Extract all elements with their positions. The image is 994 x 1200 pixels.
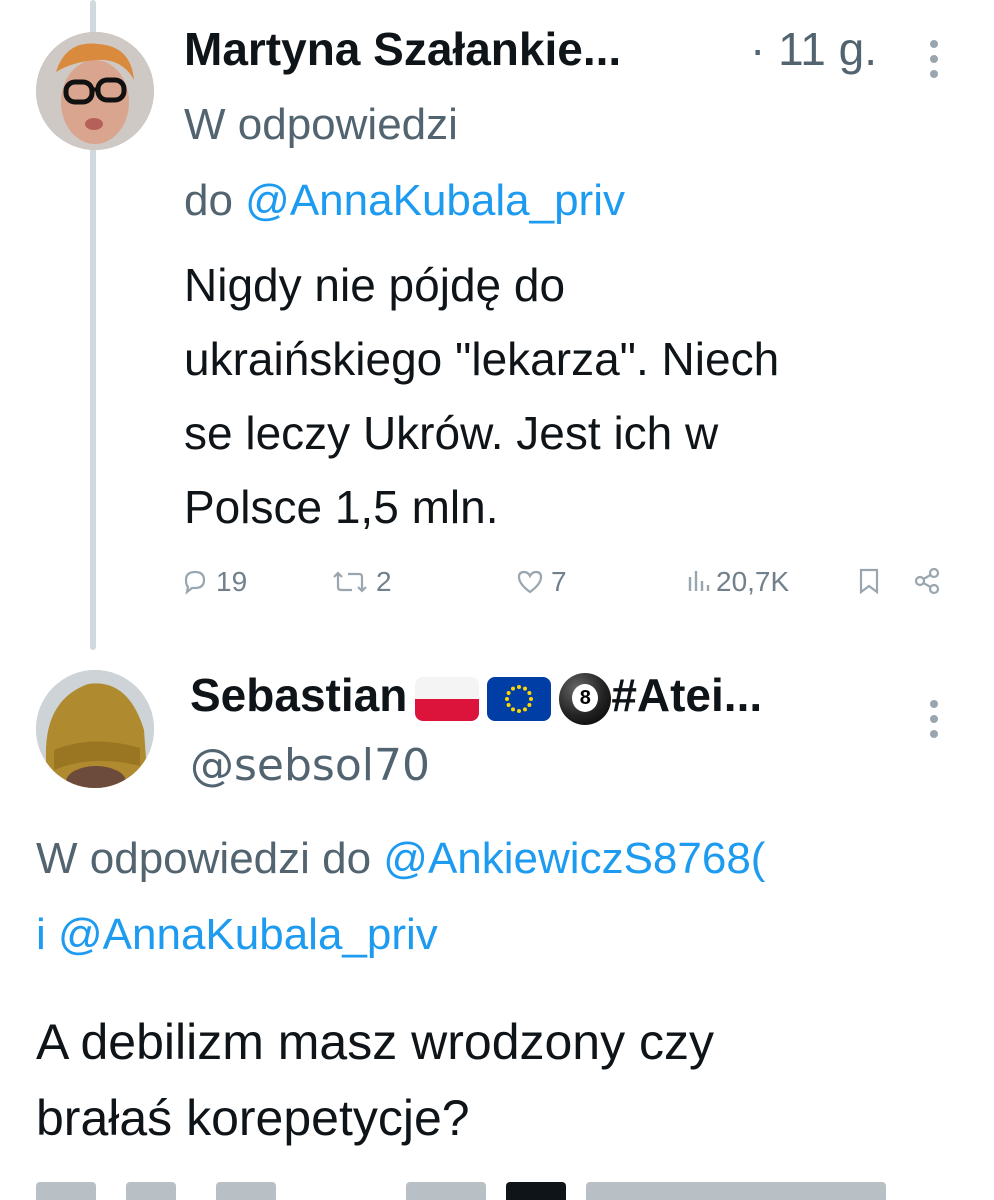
share-icon: [914, 567, 940, 595]
share-button[interactable]: [912, 566, 942, 596]
tweet-text: A debilizm masz wrodzony czy brałaś kore…: [36, 1004, 714, 1156]
flag-eu-icon: [487, 676, 552, 721]
avatar[interactable]: [36, 32, 154, 150]
views-icon: [688, 571, 710, 591]
reply-to: W odpowiedzi do @AnkiewiczS8768(: [36, 834, 765, 884]
bookmark-button[interactable]: [856, 566, 882, 596]
like-button[interactable]: 7: [515, 566, 567, 598]
reply-to-prefix: do: [184, 176, 246, 225]
tweet-text-line: ukraińskiego "lekarza". Niech: [184, 333, 780, 385]
reply-mention[interactable]: @AnkiewiczS8768(: [383, 834, 765, 883]
reply-to-prefix: W odpowiedzi do: [36, 834, 384, 883]
display-name[interactable]: Martyna Szałankie...: [184, 22, 621, 76]
user-handle[interactable]: @sebsol70: [190, 740, 430, 791]
views-button[interactable]: 20,7K: [686, 566, 789, 598]
more-icon[interactable]: [928, 700, 940, 738]
thread-view: Martyna Szałankie... · 11 g. W odpowiedz…: [0, 0, 994, 1200]
ball-number: 8: [572, 683, 599, 712]
repost-button[interactable]: 2: [330, 566, 392, 598]
flag-poland-icon: [415, 676, 480, 721]
reply-and: i: [36, 910, 58, 959]
views-count: 20,7K: [716, 566, 790, 597]
tweet-text-line: se leczy Ukrów. Jest ich w: [184, 407, 719, 459]
reply-icon: [184, 570, 206, 595]
tweet-text: Nigdy nie pójdę do ukraińskiego "lekarza…: [184, 248, 779, 544]
display-name-text: Sebastian: [190, 669, 408, 721]
tweet-text-line: A debilizm masz wrodzony czy: [36, 1014, 715, 1070]
bookmark-icon: [859, 568, 879, 595]
timestamp[interactable]: · 11 g.: [750, 22, 877, 76]
like-count: 7: [551, 566, 567, 597]
reply-mention[interactable]: @AnnaKubala_priv: [245, 176, 625, 225]
avatar[interactable]: [36, 670, 154, 788]
reply-to: do @AnnaKubala_priv: [184, 176, 625, 226]
reply-label: W odpowiedzi: [184, 100, 458, 149]
display-name[interactable]: Sebastian 8 #Atei...: [190, 668, 762, 725]
tweet-text-line: brałaś korepetycje?: [36, 1090, 470, 1146]
reply-to-continued: i @AnnaKubala_priv: [36, 910, 438, 960]
reply-mention[interactable]: @AnnaKubala_priv: [58, 910, 438, 959]
display-name-suffix: #Atei...: [611, 669, 763, 721]
repost-count: 2: [376, 566, 392, 597]
reply-button[interactable]: 19: [180, 566, 247, 598]
action-bar: 19 2 7 20,7K: [180, 566, 980, 610]
repost-icon: [333, 571, 367, 593]
pool-8-ball-icon: 8: [559, 672, 612, 725]
reply-count: 19: [216, 566, 248, 597]
tweet-text-line: Polsce 1,5 mln.: [184, 481, 499, 533]
more-icon[interactable]: [928, 40, 940, 78]
tweet-text-line: Nigdy nie pójdę do: [184, 259, 566, 311]
cut-off-timestamp-row: [36, 1182, 936, 1200]
heart-icon: [517, 570, 543, 594]
